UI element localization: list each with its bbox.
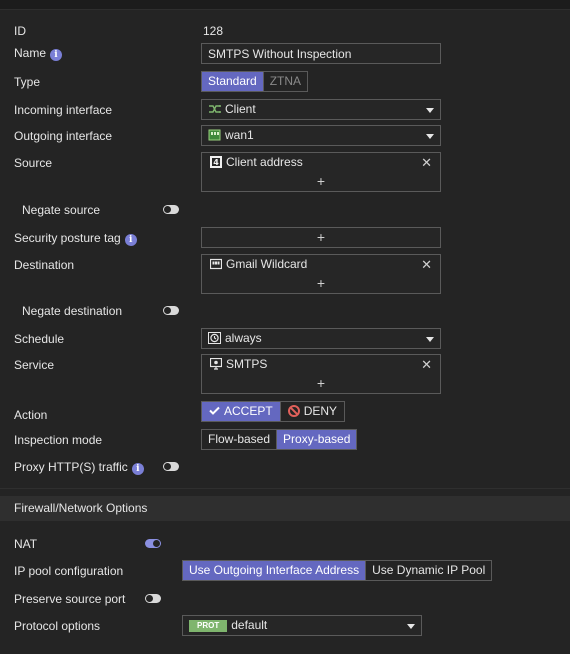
close-icon[interactable]: ✕ [421,355,432,374]
incoming-interface-label: Incoming interface [14,103,113,117]
service-value: SMTPS [226,357,268,371]
preserve-port-toggle[interactable] [145,594,161,603]
source-add-button[interactable]: + [202,172,440,191]
type-standard-option[interactable]: Standard [202,72,263,91]
type-toggle: Standard ZTNA [201,71,309,92]
schedule-value: always [225,331,262,345]
type-label: Type [14,75,41,89]
source-value: Client address [226,155,303,169]
ip-pool-dynamic-option[interactable]: Use Dynamic IP Pool [365,561,491,580]
action-toggle: ACCEPT DENY [201,401,346,422]
service-field: SMTPS ✕ + [201,354,441,394]
action-label: Action [14,408,48,422]
destination-add-button[interactable]: + [202,274,440,293]
inspection-mode-label: Inspection mode [14,433,103,447]
destination-entry: Gmail Wildcard ✕ [202,255,440,274]
protocol-tag: PROT [189,620,228,632]
info-icon[interactable]: i [124,234,137,246]
security-posture-label-text: Security posture tag [14,231,121,245]
top-bar [0,0,570,10]
clock-icon [208,332,221,344]
name-label-text: Name [14,46,47,60]
protocol-options-label: Protocol options [14,619,101,633]
incoming-interface-value: Client [225,102,256,116]
inspection-mode-toggle: Flow-based Proxy-based [201,429,358,450]
negate-source-label: Negate source [22,203,101,217]
negate-destination-toggle[interactable] [163,306,179,315]
outgoing-interface-label: Outgoing interface [14,129,113,143]
preserve-port-label: Preserve source port [14,592,126,606]
id-value: 128 [203,24,224,38]
security-posture-add-button[interactable]: + [201,227,441,248]
outgoing-interface-value: wan1 [225,128,254,142]
outgoing-interface-select[interactable]: wan1 [201,125,441,146]
type-ztna-option[interactable]: ZTNA [262,72,307,91]
check-icon [209,402,220,421]
negate-destination-label: Negate destination [22,304,123,318]
service-entry: SMTPS ✕ [202,355,440,374]
service-icon [210,358,222,370]
proxy-http-label-text: Proxy HTTP(S) traffic [14,460,128,474]
protocol-options-select[interactable]: PROT default [182,615,422,636]
deny-icon [287,405,300,417]
schedule-label: Schedule [14,332,65,346]
action-accept-label: ACCEPT [224,404,273,418]
negate-source-toggle[interactable] [163,205,179,214]
id-label: ID [14,24,26,38]
security-posture-label: Security posture tag i [14,231,137,246]
nat-label: NAT [14,537,38,551]
schedule-select[interactable]: always [201,328,441,349]
name-label: Name i [14,46,63,61]
fqdn-icon [210,258,222,270]
info-icon[interactable]: i [131,463,144,475]
action-accept-option[interactable]: ACCEPT [202,402,280,421]
inspection-flow-option[interactable]: Flow-based [202,430,276,449]
destination-value: Gmail Wildcard [226,257,308,271]
port-icon [208,129,221,141]
ip-pool-toggle: Use Outgoing Interface Address Use Dynam… [182,560,493,581]
svg-text:4: 4 [213,158,219,167]
service-add-button[interactable]: + [202,374,440,393]
incoming-interface-select[interactable]: Client [201,99,441,120]
protocol-options-value: default [231,618,268,632]
section-divider [0,488,570,489]
destination-label: Destination [14,258,75,272]
action-deny-label: DENY [303,404,338,418]
chevron-down-icon [426,337,434,342]
address-icon: 4 [210,156,222,168]
close-icon[interactable]: ✕ [421,255,432,274]
name-input[interactable] [201,43,441,64]
ip-pool-label: IP pool configuration [14,564,124,578]
chevron-down-icon [426,108,434,113]
destination-field: Gmail Wildcard ✕ + [201,254,441,294]
section-header: Firewall/Network Options [0,496,570,521]
source-field: 4 Client address ✕ + [201,152,441,192]
info-icon[interactable]: i [50,49,63,61]
close-icon[interactable]: ✕ [421,153,432,172]
inspection-proxy-option[interactable]: Proxy-based [276,430,357,449]
zone-icon [209,105,221,113]
source-label: Source [14,156,53,170]
chevron-down-icon [407,624,415,629]
chevron-down-icon [426,134,434,139]
action-deny-option[interactable]: DENY [279,402,344,421]
proxy-http-toggle[interactable] [163,462,179,471]
ip-pool-outgoing-option[interactable]: Use Outgoing Interface Address [183,561,366,580]
service-label: Service [14,358,55,372]
proxy-http-label: Proxy HTTP(S) traffic i [14,460,144,475]
source-entry: 4 Client address ✕ [202,153,440,172]
nat-toggle[interactable] [145,539,161,548]
